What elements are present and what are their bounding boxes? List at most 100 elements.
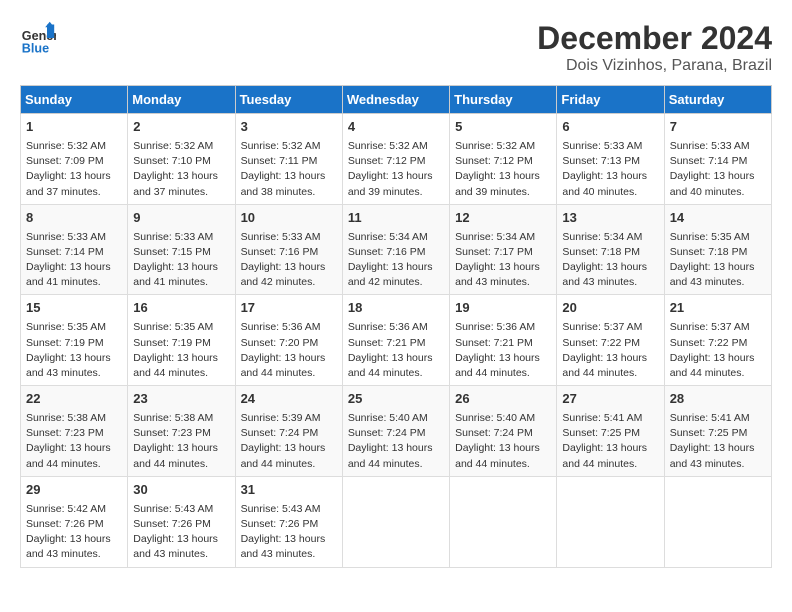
sunset-label: Sunset: 7:26 PM: [26, 518, 104, 530]
sunrise-label: Sunrise: 5:33 AM: [26, 231, 106, 243]
sunset-label: Sunset: 7:24 PM: [348, 427, 426, 439]
sunrise-label: Sunrise: 5:38 AM: [133, 412, 213, 424]
cell-content: 17 Sunrise: 5:36 AM Sunset: 7:20 PM Dayl…: [241, 299, 337, 381]
sunrise-label: Sunrise: 5:40 AM: [455, 412, 535, 424]
calendar-table: SundayMondayTuesdayWednesdayThursdayFrid…: [20, 85, 772, 568]
sunset-label: Sunset: 7:23 PM: [133, 427, 211, 439]
sunrise-label: Sunrise: 5:35 AM: [133, 321, 213, 333]
cell-content: 15 Sunrise: 5:35 AM Sunset: 7:19 PM Dayl…: [26, 299, 122, 381]
sunrise-label: Sunrise: 5:32 AM: [348, 140, 428, 152]
daylight-label: Daylight: 13 hours and 38 minutes.: [241, 170, 326, 197]
calendar-cell: 21 Sunrise: 5:37 AM Sunset: 7:22 PM Dayl…: [664, 295, 771, 386]
sunrise-label: Sunrise: 5:36 AM: [348, 321, 428, 333]
cell-content: 29 Sunrise: 5:42 AM Sunset: 7:26 PM Dayl…: [26, 481, 122, 563]
sunrise-label: Sunrise: 5:32 AM: [455, 140, 535, 152]
daylight-label: Daylight: 13 hours and 43 minutes.: [670, 261, 755, 288]
cell-content: 21 Sunrise: 5:37 AM Sunset: 7:22 PM Dayl…: [670, 299, 766, 381]
cell-content: 6 Sunrise: 5:33 AM Sunset: 7:13 PM Dayli…: [562, 118, 658, 200]
sunset-label: Sunset: 7:23 PM: [26, 427, 104, 439]
cell-content: 9 Sunrise: 5:33 AM Sunset: 7:15 PM Dayli…: [133, 209, 229, 291]
calendar-cell: 30 Sunrise: 5:43 AM Sunset: 7:26 PM Dayl…: [128, 476, 235, 567]
sunrise-label: Sunrise: 5:33 AM: [562, 140, 642, 152]
sunset-label: Sunset: 7:16 PM: [348, 246, 426, 258]
day-number: 12: [455, 209, 551, 228]
calendar-cell: 5 Sunrise: 5:32 AM Sunset: 7:12 PM Dayli…: [450, 114, 557, 205]
sunset-label: Sunset: 7:26 PM: [241, 518, 319, 530]
sunset-label: Sunset: 7:24 PM: [455, 427, 533, 439]
cell-content: 22 Sunrise: 5:38 AM Sunset: 7:23 PM Dayl…: [26, 390, 122, 472]
day-number: 14: [670, 209, 766, 228]
sunset-label: Sunset: 7:26 PM: [133, 518, 211, 530]
day-number: 5: [455, 118, 551, 137]
calendar-cell: 24 Sunrise: 5:39 AM Sunset: 7:24 PM Dayl…: [235, 386, 342, 477]
day-number: 30: [133, 481, 229, 500]
sunrise-label: Sunrise: 5:34 AM: [562, 231, 642, 243]
cell-content: 31 Sunrise: 5:43 AM Sunset: 7:26 PM Dayl…: [241, 481, 337, 563]
title-area: December 2024 Dois Vizinhos, Parana, Bra…: [537, 20, 772, 75]
day-number: 24: [241, 390, 337, 409]
day-number: 3: [241, 118, 337, 137]
calendar-cell: 1 Sunrise: 5:32 AM Sunset: 7:09 PM Dayli…: [21, 114, 128, 205]
calendar-week-row: 22 Sunrise: 5:38 AM Sunset: 7:23 PM Dayl…: [21, 386, 772, 477]
day-number: 9: [133, 209, 229, 228]
day-number: 25: [348, 390, 444, 409]
sunset-label: Sunset: 7:25 PM: [562, 427, 640, 439]
calendar-cell: 29 Sunrise: 5:42 AM Sunset: 7:26 PM Dayl…: [21, 476, 128, 567]
day-number: 21: [670, 299, 766, 318]
day-number: 29: [26, 481, 122, 500]
sunrise-label: Sunrise: 5:43 AM: [241, 503, 321, 515]
daylight-label: Daylight: 13 hours and 43 minutes.: [241, 533, 326, 560]
calendar-cell: 7 Sunrise: 5:33 AM Sunset: 7:14 PM Dayli…: [664, 114, 771, 205]
sunset-label: Sunset: 7:20 PM: [241, 337, 319, 349]
calendar-cell: 9 Sunrise: 5:33 AM Sunset: 7:15 PM Dayli…: [128, 204, 235, 295]
calendar-cell: 15 Sunrise: 5:35 AM Sunset: 7:19 PM Dayl…: [21, 295, 128, 386]
cell-content: 28 Sunrise: 5:41 AM Sunset: 7:25 PM Dayl…: [670, 390, 766, 472]
calendar-cell: 11 Sunrise: 5:34 AM Sunset: 7:16 PM Dayl…: [342, 204, 449, 295]
sunset-label: Sunset: 7:12 PM: [348, 155, 426, 167]
sunrise-label: Sunrise: 5:42 AM: [26, 503, 106, 515]
day-number: 23: [133, 390, 229, 409]
sunrise-label: Sunrise: 5:33 AM: [241, 231, 321, 243]
cell-content: 1 Sunrise: 5:32 AM Sunset: 7:09 PM Dayli…: [26, 118, 122, 200]
logo-icon: General Blue: [20, 20, 56, 56]
calendar-cell: [342, 476, 449, 567]
calendar-cell: 12 Sunrise: 5:34 AM Sunset: 7:17 PM Dayl…: [450, 204, 557, 295]
calendar-cell: 3 Sunrise: 5:32 AM Sunset: 7:11 PM Dayli…: [235, 114, 342, 205]
calendar-cell: 19 Sunrise: 5:36 AM Sunset: 7:21 PM Dayl…: [450, 295, 557, 386]
month-title: December 2024: [537, 20, 772, 57]
daylight-label: Daylight: 13 hours and 43 minutes.: [133, 533, 218, 560]
calendar-cell: 28 Sunrise: 5:41 AM Sunset: 7:25 PM Dayl…: [664, 386, 771, 477]
day-number: 2: [133, 118, 229, 137]
sunset-label: Sunset: 7:18 PM: [670, 246, 748, 258]
day-number: 19: [455, 299, 551, 318]
sunset-label: Sunset: 7:16 PM: [241, 246, 319, 258]
day-number: 26: [455, 390, 551, 409]
daylight-label: Daylight: 13 hours and 42 minutes.: [348, 261, 433, 288]
daylight-label: Daylight: 13 hours and 44 minutes.: [133, 352, 218, 379]
sunrise-label: Sunrise: 5:40 AM: [348, 412, 428, 424]
day-number: 13: [562, 209, 658, 228]
daylight-label: Daylight: 13 hours and 44 minutes.: [133, 442, 218, 469]
cell-content: 19 Sunrise: 5:36 AM Sunset: 7:21 PM Dayl…: [455, 299, 551, 381]
sunrise-label: Sunrise: 5:32 AM: [26, 140, 106, 152]
daylight-label: Daylight: 13 hours and 44 minutes.: [26, 442, 111, 469]
daylight-label: Daylight: 13 hours and 44 minutes.: [348, 352, 433, 379]
daylight-label: Daylight: 13 hours and 42 minutes.: [241, 261, 326, 288]
day-number: 17: [241, 299, 337, 318]
sunrise-label: Sunrise: 5:41 AM: [562, 412, 642, 424]
daylight-label: Daylight: 13 hours and 44 minutes.: [562, 352, 647, 379]
sunset-label: Sunset: 7:13 PM: [562, 155, 640, 167]
cell-content: 10 Sunrise: 5:33 AM Sunset: 7:16 PM Dayl…: [241, 209, 337, 291]
cell-content: 13 Sunrise: 5:34 AM Sunset: 7:18 PM Dayl…: [562, 209, 658, 291]
cell-content: 18 Sunrise: 5:36 AM Sunset: 7:21 PM Dayl…: [348, 299, 444, 381]
sunset-label: Sunset: 7:14 PM: [670, 155, 748, 167]
cell-content: 8 Sunrise: 5:33 AM Sunset: 7:14 PM Dayli…: [26, 209, 122, 291]
sunrise-label: Sunrise: 5:33 AM: [133, 231, 213, 243]
sunrise-label: Sunrise: 5:36 AM: [241, 321, 321, 333]
calendar-cell: 16 Sunrise: 5:35 AM Sunset: 7:19 PM Dayl…: [128, 295, 235, 386]
daylight-label: Daylight: 13 hours and 44 minutes.: [348, 442, 433, 469]
day-number: 15: [26, 299, 122, 318]
logo: General Blue: [20, 20, 56, 56]
day-number: 31: [241, 481, 337, 500]
cell-content: 24 Sunrise: 5:39 AM Sunset: 7:24 PM Dayl…: [241, 390, 337, 472]
